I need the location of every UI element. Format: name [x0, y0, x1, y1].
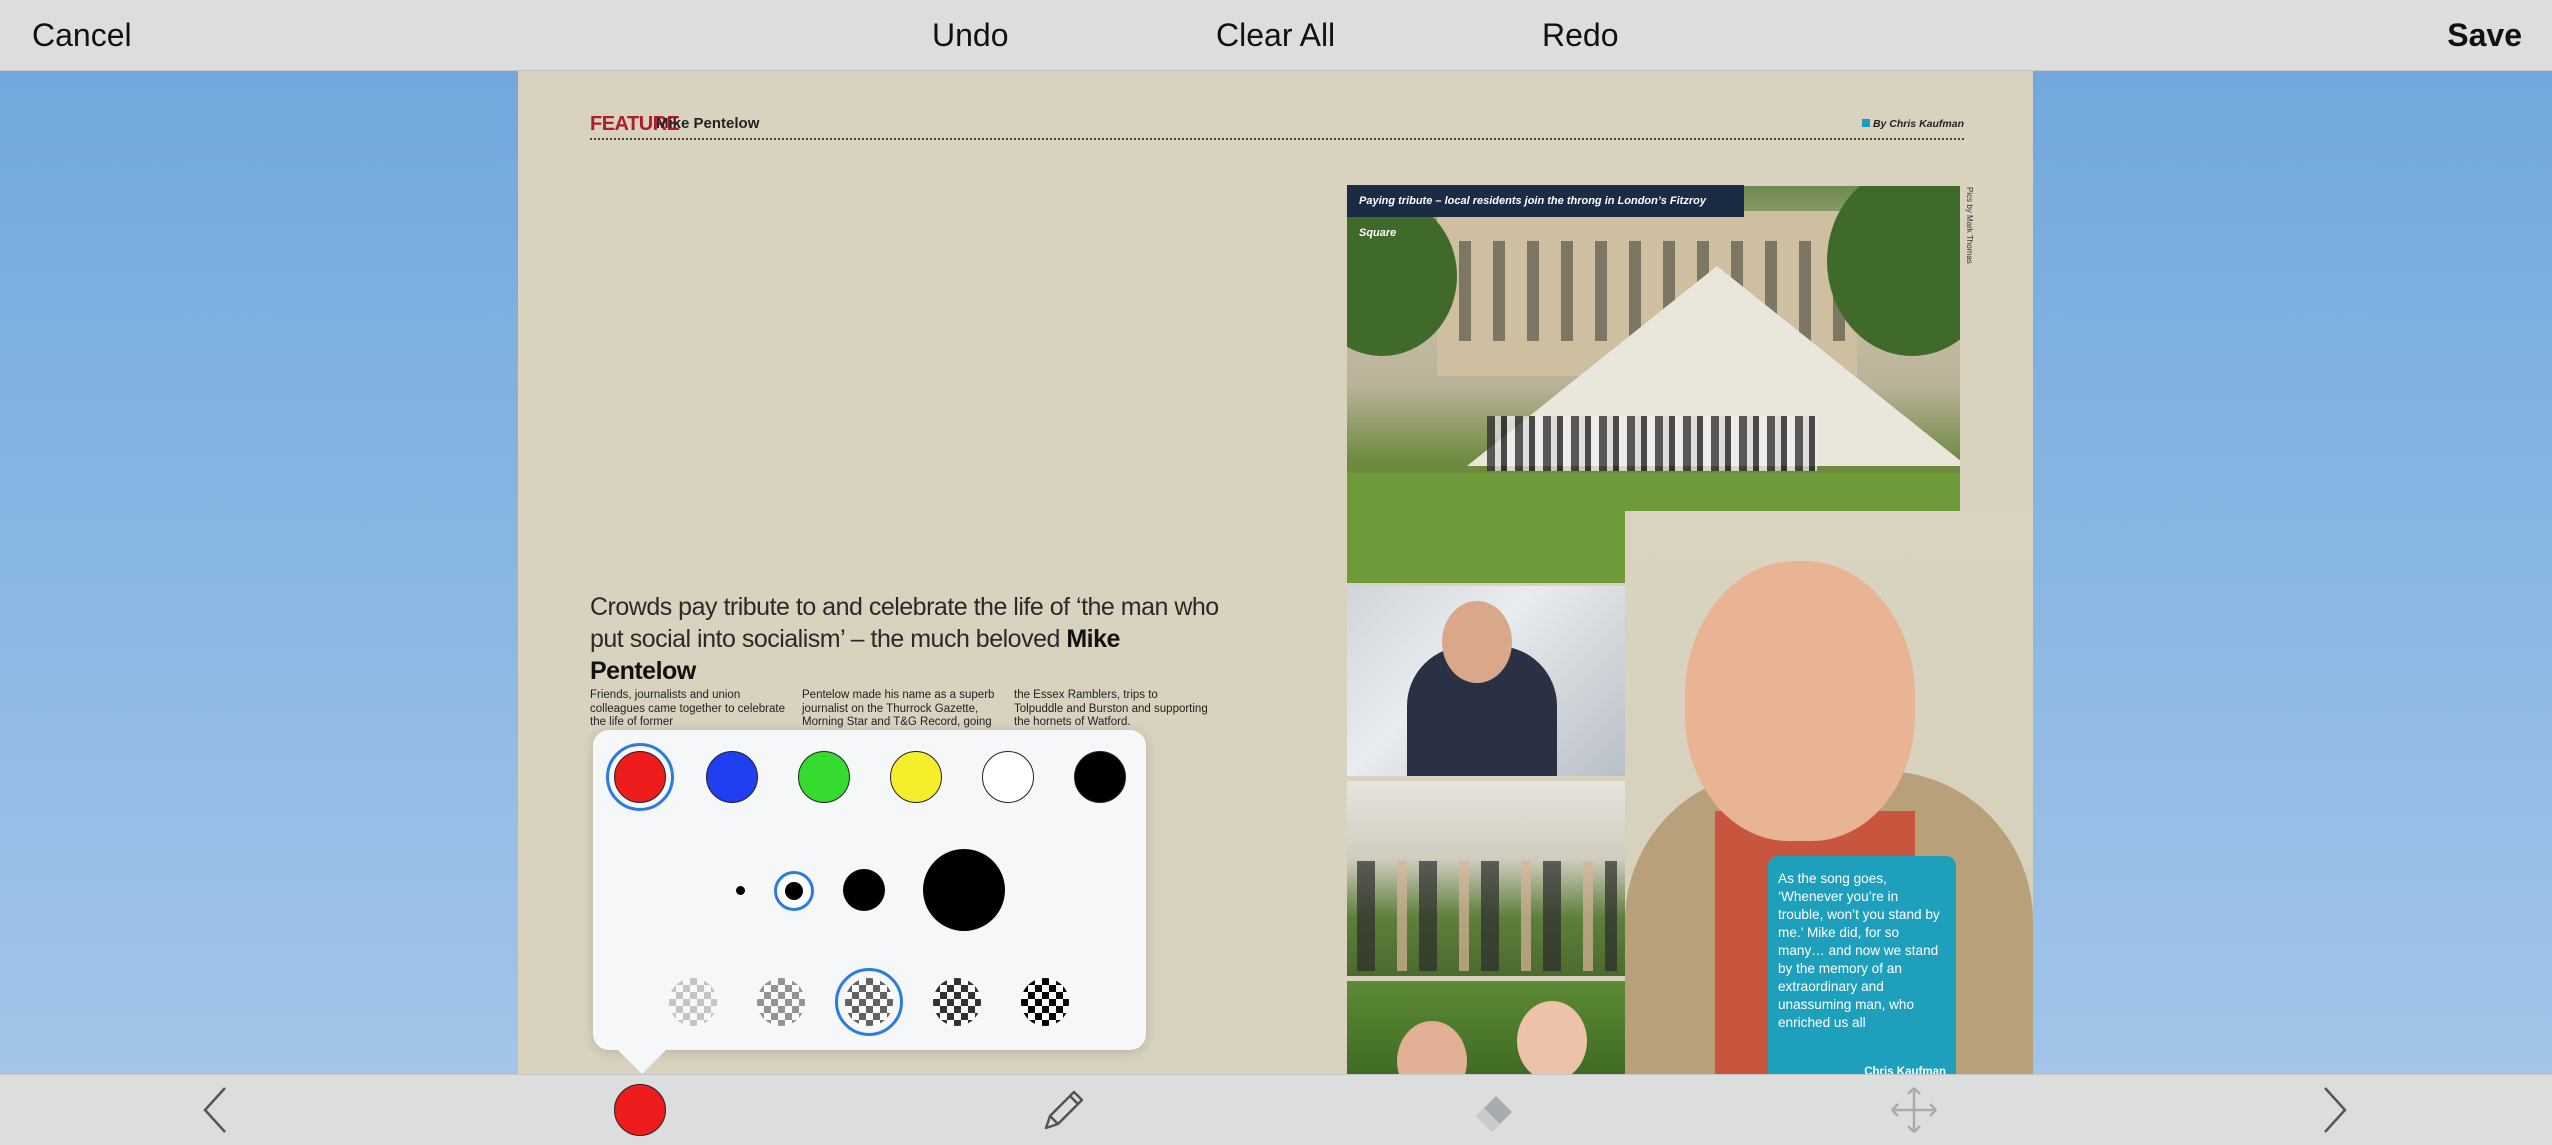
- color-swatch-black[interactable]: [1074, 751, 1126, 803]
- brush-size-large[interactable]: [923, 849, 1005, 931]
- redo-button[interactable]: Redo: [1542, 0, 1619, 70]
- pull-quote-text: As the song goes, ‘Whenever you’re in tr…: [1778, 871, 1940, 1030]
- headline-lead: Crowds pay tribute to and celebrate the …: [590, 593, 1219, 653]
- cancel-button[interactable]: Cancel: [32, 0, 132, 70]
- eraser-icon[interactable]: [1466, 1075, 1522, 1145]
- photo-gathering: [1347, 781, 1625, 976]
- page-header: FEATURE Mike Pentelow By Chris Kaufman: [590, 113, 1964, 141]
- pull-quote: As the song goes, ‘Whenever you’re in tr…: [1768, 856, 1956, 1074]
- brush-size-medium[interactable]: [843, 869, 885, 911]
- opacity-60[interactable]: [845, 978, 893, 1026]
- brush-size-extra-small[interactable]: [736, 886, 745, 895]
- feature-subject: Mike Pentelow: [656, 115, 760, 132]
- bottom-toolbar: [0, 1074, 2552, 1145]
- photo-friends: [1347, 981, 1625, 1074]
- opacity-80[interactable]: [933, 978, 981, 1026]
- top-toolbar: Cancel Undo Clear All Redo Save: [0, 0, 2552, 71]
- color-swatch-red[interactable]: [606, 743, 674, 811]
- undo-button[interactable]: Undo: [932, 0, 1009, 70]
- photo-speaker: [1347, 586, 1625, 776]
- move-icon[interactable]: [1886, 1075, 1942, 1145]
- color-swatch-white[interactable]: [982, 751, 1034, 803]
- opacity-40[interactable]: [757, 978, 805, 1026]
- article-column-3: the Essex Ramblers, trips to Tolpuddle a…: [1014, 689, 1208, 729]
- save-button[interactable]: Save: [2447, 0, 2522, 70]
- article-column-1: Friends, journalists and union colleague…: [590, 689, 785, 729]
- article-column-2: Pentelow made his name as a superb journ…: [802, 689, 995, 729]
- popover-arrow: [616, 1048, 668, 1074]
- color-swatch-green[interactable]: [798, 751, 850, 803]
- pencil-icon[interactable]: [1036, 1075, 1092, 1145]
- opacity-20[interactable]: [669, 978, 717, 1026]
- pull-quote-author: Chris Kaufman: [1864, 1066, 1946, 1074]
- opacity-100[interactable]: [1021, 978, 1069, 1026]
- photo-credit: Pics by Mark Thomas: [1965, 187, 1974, 264]
- color-swatch-yellow[interactable]: [890, 751, 942, 803]
- photo-caption: Paying tribute – local residents join th…: [1347, 185, 1744, 239]
- current-color-indicator: [614, 1084, 666, 1136]
- header-divider: [590, 138, 1964, 140]
- color-swatch-blue[interactable]: [706, 751, 758, 803]
- back-chevron-icon[interactable]: [190, 1075, 240, 1145]
- color-picker-button[interactable]: [614, 1075, 666, 1145]
- brush-size-small[interactable]: [785, 882, 803, 900]
- clear-all-button[interactable]: Clear All: [1216, 0, 1335, 70]
- forward-chevron-icon[interactable]: [2310, 1075, 2360, 1145]
- headline: Crowds pay tribute to and celebrate the …: [590, 591, 1230, 687]
- byline: By Chris Kaufman: [1862, 118, 1964, 130]
